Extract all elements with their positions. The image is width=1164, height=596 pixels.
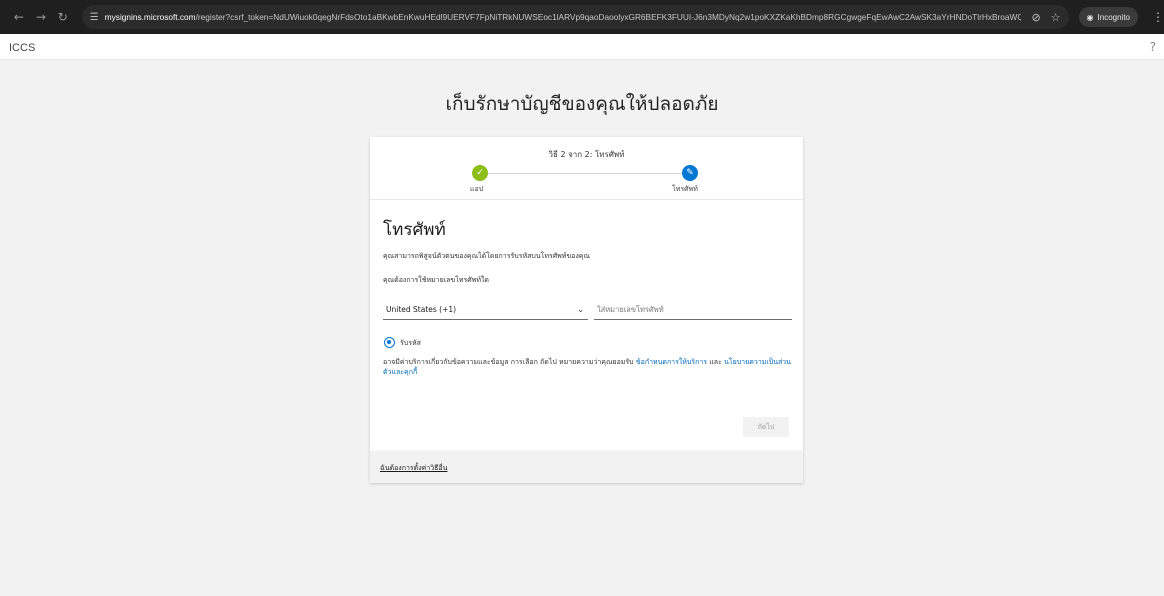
card-footer: ฉันต้องการตั้งค่าวิธีอื่น (370, 451, 803, 483)
incognito-icon: ◉ (1086, 12, 1094, 22)
forward-arrow-icon[interactable]: → (30, 6, 52, 28)
brand-name: ICCS (9, 42, 36, 54)
address-bar[interactable]: ☰ mysignins.microsoft.com/register?csrf_… (81, 5, 1069, 29)
browser-toolbar: ← → ↻ ☰ mysignins.microsoft.com/register… (0, 0, 1164, 34)
legal-text: อาจมีค่าบริการเกี่ยวกับข้อความและข้อมูล … (383, 358, 634, 366)
receive-code-radio[interactable] (384, 337, 395, 348)
reload-icon[interactable]: ↻ (52, 6, 74, 28)
legal-notice: อาจมีค่าบริการเกี่ยวกับข้อความและข้อมูล … (383, 357, 793, 377)
step-caption: วิธี 2 จาก 2: โทรศัพท์ (548, 150, 625, 159)
eye-off-icon[interactable]: ⊘ (1031, 11, 1040, 24)
section-title: โทรศัพท์ (383, 220, 446, 240)
kebab-menu-icon[interactable]: ⋮ (1152, 10, 1164, 24)
alternate-method-link[interactable]: ฉันต้องการตั้งค่าวิธีอื่น (380, 463, 447, 474)
back-arrow-icon[interactable]: ← (8, 6, 30, 28)
registration-card: วิธี 2 จาก 2: โทรศัพท์ ✓ ✎ แอป โทรศัพท์ … (370, 137, 803, 451)
site-info-icon[interactable]: ☰ (90, 12, 99, 23)
page-content: ICCS ? เก็บรักษาบัญชีของคุณให้ปลอดภัย วิ… (0, 34, 1164, 596)
help-icon[interactable]: ? (1150, 40, 1156, 54)
page-title: เก็บรักษาบัญชีของคุณให้ปลอดภัย (445, 93, 719, 115)
url-text[interactable]: mysignins.microsoft.com/register?csrf_to… (105, 12, 1022, 22)
incognito-badge[interactable]: ◉ Incognito (1078, 7, 1138, 27)
pencil-icon: ✎ (682, 165, 698, 181)
country-code-select[interactable]: United States (+1) ⌄ (383, 300, 588, 320)
next-button[interactable]: ถัดไป (743, 417, 789, 437)
phone-question-label: คุณต้องการใช้หมายเลขโทรศัพท์ใด (383, 276, 489, 284)
legal-and: และ (709, 358, 722, 366)
description-text: คุณสามารถพิสูจน์ตัวตนของคุณได้โดยการรับร… (383, 252, 590, 260)
checkmark-icon: ✓ (472, 165, 488, 181)
progress-header: วิธี 2 จาก 2: โทรศัพท์ ✓ ✎ แอป โทรศัพท์ (370, 137, 803, 200)
star-icon[interactable]: ☆ (1051, 11, 1061, 24)
country-code-value: United States (+1) (386, 305, 457, 314)
url-path: /register?csrf_token=NdUWiuok0qegNrFdsOt… (195, 12, 1022, 22)
incognito-label: Incognito (1097, 12, 1130, 22)
receive-code-label[interactable]: รับรหัส (400, 338, 421, 349)
step-label-app: แอป (470, 185, 484, 193)
app-header: ICCS ? (0, 34, 1164, 60)
phone-number-input[interactable] (594, 300, 792, 320)
chevron-down-icon: ⌄ (577, 305, 584, 314)
url-host: mysignins.microsoft.com (104, 12, 196, 22)
step-label-phone: โทรศัพท์ (672, 185, 698, 193)
terms-link[interactable]: ข้อกำหนดการให้บริการ (636, 358, 707, 366)
progress-line (480, 173, 690, 174)
